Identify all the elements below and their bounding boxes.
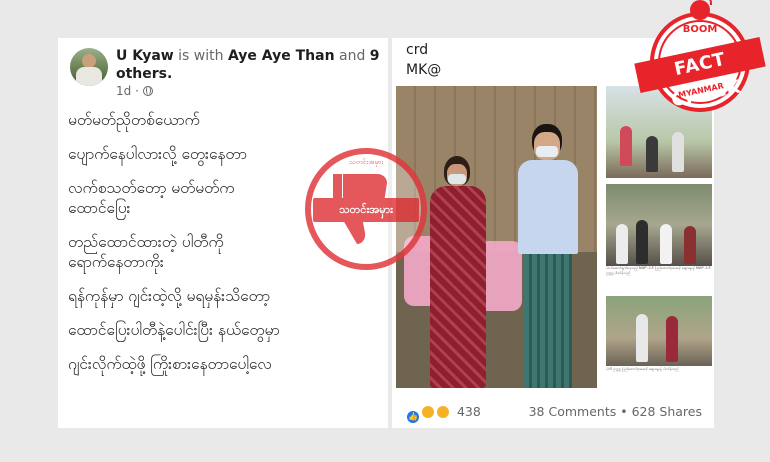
person-figure	[666, 316, 678, 362]
post-line: ထောင်ပြေးပါတီနဲ့ပေါင်းပြီး နယ်တွေမှာ	[68, 321, 280, 339]
person-figure	[684, 226, 696, 264]
dress	[430, 186, 486, 388]
person-figure	[616, 224, 628, 264]
separator: •	[620, 404, 628, 419]
author-link[interactable]: U Kyaw	[116, 48, 174, 64]
man-figure	[514, 124, 580, 388]
thumbnail-caption: ပါတီ ဥက္ကဋ္ဌ ပြည်ထောင်စုအဆင့် ဆွေးနွေးပွ…	[606, 367, 679, 371]
thumbnail-photo[interactable]	[606, 296, 712, 366]
reaction-count: 438	[456, 404, 481, 419]
person-figure	[660, 224, 672, 264]
thumbnail-photo[interactable]	[606, 184, 712, 266]
post-line: ဂျင်းလိုက်ထဲ့ဖို့ ကြိုးစားနေတာပေါ့လေ	[68, 355, 272, 373]
woman-figure	[426, 156, 488, 388]
badge-brand: BOOM	[682, 24, 718, 35]
haha-icon	[420, 405, 435, 419]
shares-link[interactable]: 628 Shares	[632, 404, 702, 419]
post-caption: crd MK@	[406, 40, 441, 80]
face-mask	[448, 174, 466, 184]
reactions-summary[interactable]: 👍 438	[406, 404, 481, 424]
post-time[interactable]: 1d	[116, 84, 131, 98]
engagement-stats: 38 Comments • 628 Shares	[529, 404, 702, 419]
like-icon: 👍	[406, 410, 420, 424]
post-line: ရန်ကုန်မှာ ဂျင်းထဲ့လို့ မရမှန်းသိတော့	[68, 287, 270, 305]
person-figure	[636, 314, 648, 362]
stamp-arc-text: သတင်းအမှား	[348, 158, 384, 166]
person-figure	[646, 136, 658, 172]
and-text: and	[339, 48, 366, 64]
avatar-body	[76, 67, 102, 86]
bomb-icon	[690, 0, 712, 20]
caption-line: MK@	[406, 62, 442, 78]
post-header: U Kyaw is with Aye Aye Than and 9 others…	[116, 47, 386, 83]
avatar[interactable]	[70, 48, 108, 86]
person-figure	[620, 126, 632, 166]
post-line: မတ်မတ်ညိုတစ်ယောက်	[68, 111, 200, 129]
tagged-link[interactable]: Aye Aye Than	[228, 48, 335, 64]
with-text: is with	[178, 48, 224, 64]
comments-link[interactable]: 38 Comments	[529, 404, 617, 419]
post-meta: 1d ·	[116, 84, 153, 98]
longyi	[524, 252, 572, 388]
shirt	[518, 160, 578, 254]
fact-check-badge: BOOM FACT CHECK MYANMAR	[634, 0, 766, 124]
avatar-head	[82, 54, 96, 68]
caption-line: crd	[406, 42, 429, 58]
person-figure	[636, 220, 648, 264]
thumbnail-caption: ပါဝင်ဆောင်ရွက်နေသည့် NUP ပါတီ ပြည်ထောင်စ…	[606, 266, 711, 275]
others-count[interactable]: 9	[370, 48, 380, 64]
face-mask	[536, 146, 558, 157]
others-link[interactable]: others.	[116, 66, 172, 82]
globe-icon	[142, 86, 153, 96]
false-news-stamp: သတင်းအမှား သတင်းအမှား	[305, 148, 427, 270]
stamp-label: သတင်းအမှား	[313, 198, 419, 222]
wow-icon	[435, 405, 450, 419]
person-figure	[672, 132, 684, 172]
